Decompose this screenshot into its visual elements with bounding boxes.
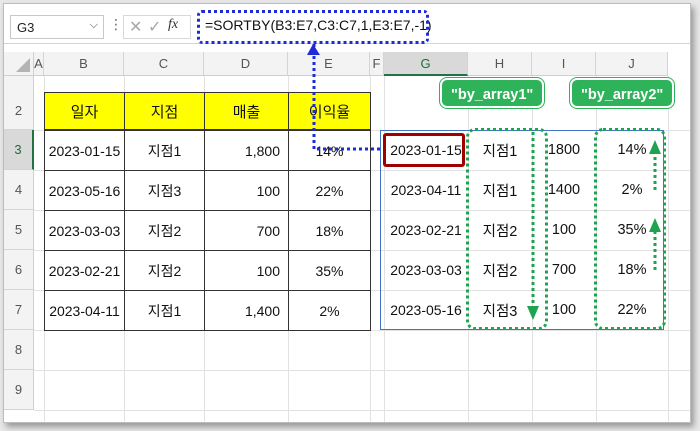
source-data-cell[interactable]: 1,800	[204, 130, 289, 171]
gridline	[34, 410, 690, 411]
excel-window: G3 ⌵ ⋮ ✕ ✓ fx =SORTBY(B3:E7,C3:C7,1,E3:E…	[3, 3, 691, 423]
column-header-h[interactable]: H	[468, 52, 532, 76]
column-header-a[interactable]: A	[34, 52, 44, 76]
source-data-cell[interactable]: 지점2	[124, 210, 205, 251]
column-header-b[interactable]: B	[44, 52, 124, 76]
source-data-cell[interactable]: 2023-02-21	[44, 250, 125, 291]
column-header-g[interactable]: G	[384, 52, 468, 76]
active-cell-highlight	[383, 133, 465, 167]
source-data-cell[interactable]: 700	[204, 210, 289, 251]
select-all-corner[interactable]	[4, 52, 34, 76]
source-data-cell[interactable]: 2023-04-11	[44, 290, 125, 331]
source-data-cell[interactable]: 22%	[288, 170, 371, 211]
chevron-down-icon[interactable]: ⌵	[90, 19, 98, 32]
row-header-4[interactable]: 4	[4, 170, 34, 210]
source-data-cell[interactable]: 2023-01-15	[44, 130, 125, 171]
source-header-cell: 이익율	[288, 92, 371, 130]
column-header-i[interactable]: I	[532, 52, 596, 76]
more-options-icon[interactable]: ⋮	[109, 16, 123, 33]
by-array2-outline	[594, 128, 666, 330]
source-data-cell[interactable]: 100	[204, 170, 289, 211]
source-header-cell: 지점	[124, 92, 205, 130]
source-data-cell[interactable]: 2023-05-16	[44, 170, 125, 211]
source-header-cell: 매출	[204, 92, 289, 130]
source-data-cell[interactable]: 18%	[288, 210, 371, 251]
source-header-cell: 일자	[44, 92, 125, 130]
source-data-cell[interactable]: 지점1	[124, 130, 205, 171]
gridline	[34, 370, 690, 371]
formula-bar: G3 ⌵ ⋮ ✕ ✓ fx =SORTBY(B3:E7,C3:C7,1,E3:E…	[4, 4, 690, 44]
by-array1-outline	[466, 128, 548, 330]
by-array2-label: "by_array2"	[570, 78, 675, 108]
source-data-cell[interactable]: 지점3	[124, 170, 205, 211]
source-data-cell[interactable]: 1,400	[204, 290, 289, 331]
formula-actions: ✕ ✓	[123, 15, 191, 39]
enter-icon[interactable]: ✓	[148, 17, 161, 37]
name-box-value: G3	[17, 20, 35, 35]
row-header-8[interactable]: 8	[4, 330, 34, 370]
source-data-cell[interactable]: 100	[204, 250, 289, 291]
column-header-d[interactable]: D	[204, 52, 288, 76]
source-data-cell[interactable]: 2%	[288, 290, 371, 331]
source-data-cell[interactable]: 지점2	[124, 250, 205, 291]
row-header-3[interactable]: 3	[4, 130, 34, 170]
source-data-cell[interactable]: 35%	[288, 250, 371, 291]
column-header-e[interactable]: E	[288, 52, 370, 76]
source-data-cell[interactable]: 지점1	[124, 290, 205, 331]
cancel-icon[interactable]: ✕	[129, 17, 142, 37]
column-header-j[interactable]: J	[596, 52, 668, 76]
source-data-cell[interactable]: 14%	[288, 130, 371, 171]
row-header-7[interactable]: 7	[4, 290, 34, 330]
row-header-2[interactable]: 2	[4, 76, 34, 130]
formula-highlight	[197, 10, 429, 44]
row-header-6[interactable]: 6	[4, 250, 34, 290]
row-header-9[interactable]: 9	[4, 370, 34, 410]
source-data-cell[interactable]: 2023-03-03	[44, 210, 125, 251]
column-header-f[interactable]: F	[370, 52, 384, 76]
spreadsheet-grid: ABCDEFGHIJ 23456789 일자 지점 매출 이익율 2023-01-15 지…	[4, 44, 690, 422]
by-array1-label: "by_array1"	[440, 78, 545, 108]
name-box[interactable]: G3 ⌵	[10, 15, 104, 39]
column-header-c[interactable]: C	[124, 52, 204, 76]
insert-function-icon[interactable]: fx	[168, 17, 178, 33]
row-header-5[interactable]: 5	[4, 210, 34, 250]
